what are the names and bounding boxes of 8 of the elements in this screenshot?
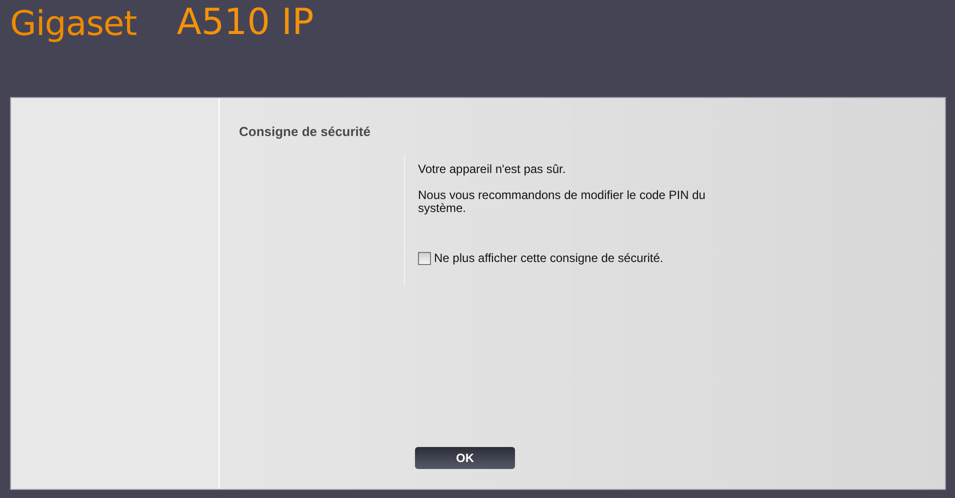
page-heading: Consigne de sécurité — [239, 124, 370, 139]
message-text: Votre appareil n'est pas sûr. — [418, 163, 566, 176]
model-title: A510 IP — [176, 2, 314, 43]
ok-button[interactable]: OK — [415, 447, 515, 469]
checkbox-label[interactable]: Ne plus afficher cette consigne de sécurité. — [434, 251, 664, 265]
brand-logo: Gigaset — [10, 4, 137, 44]
message-text: Nous vous recommandons de modifier le code PIN du système. — [418, 189, 706, 215]
checkbox[interactable] — [418, 252, 431, 264]
